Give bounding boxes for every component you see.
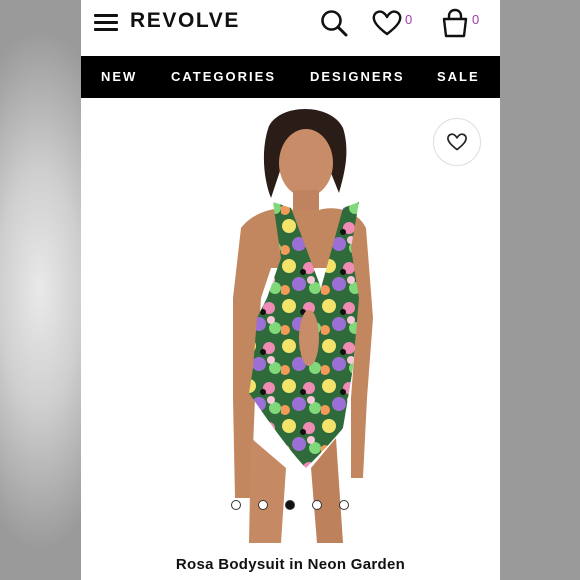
app-screen: REVOLVE 0 0 NEW CATEGORIES DESIGNERS SAL… <box>81 0 500 580</box>
header: REVOLVE 0 0 <box>81 0 500 56</box>
nav-item-sale[interactable]: SALE <box>437 69 480 84</box>
carousel-dot-2[interactable] <box>258 500 268 510</box>
search-icon[interactable] <box>319 8 349 38</box>
logo[interactable]: REVOLVE <box>130 9 240 33</box>
nav-item-categories[interactable]: CATEGORIES <box>171 69 276 84</box>
carousel-indicators <box>81 500 500 510</box>
favorite-button[interactable] <box>433 118 481 166</box>
nav-item-new[interactable]: NEW <box>101 69 137 84</box>
hamburger-menu-icon[interactable] <box>94 14 118 32</box>
nav-item-designers[interactable]: DESIGNERS <box>310 69 405 84</box>
bag-count: 0 <box>472 12 480 27</box>
category-nav: NEW CATEGORIES DESIGNERS SALE <box>81 56 500 98</box>
model-illustration <box>233 108 373 543</box>
wishlist-count: 0 <box>405 12 413 27</box>
carousel-dot-1[interactable] <box>231 500 241 510</box>
heart-icon[interactable] <box>371 9 403 37</box>
carousel-dot-5[interactable] <box>339 500 349 510</box>
product-image[interactable] <box>81 98 500 543</box>
shopping-bag-icon[interactable] <box>440 8 470 38</box>
heart-outline-icon <box>447 133 467 151</box>
carousel-dot-3[interactable] <box>285 500 295 510</box>
product-title: Rosa Bodysuit in Neon Garden <box>175 556 406 573</box>
carousel-dot-4[interactable] <box>312 500 322 510</box>
